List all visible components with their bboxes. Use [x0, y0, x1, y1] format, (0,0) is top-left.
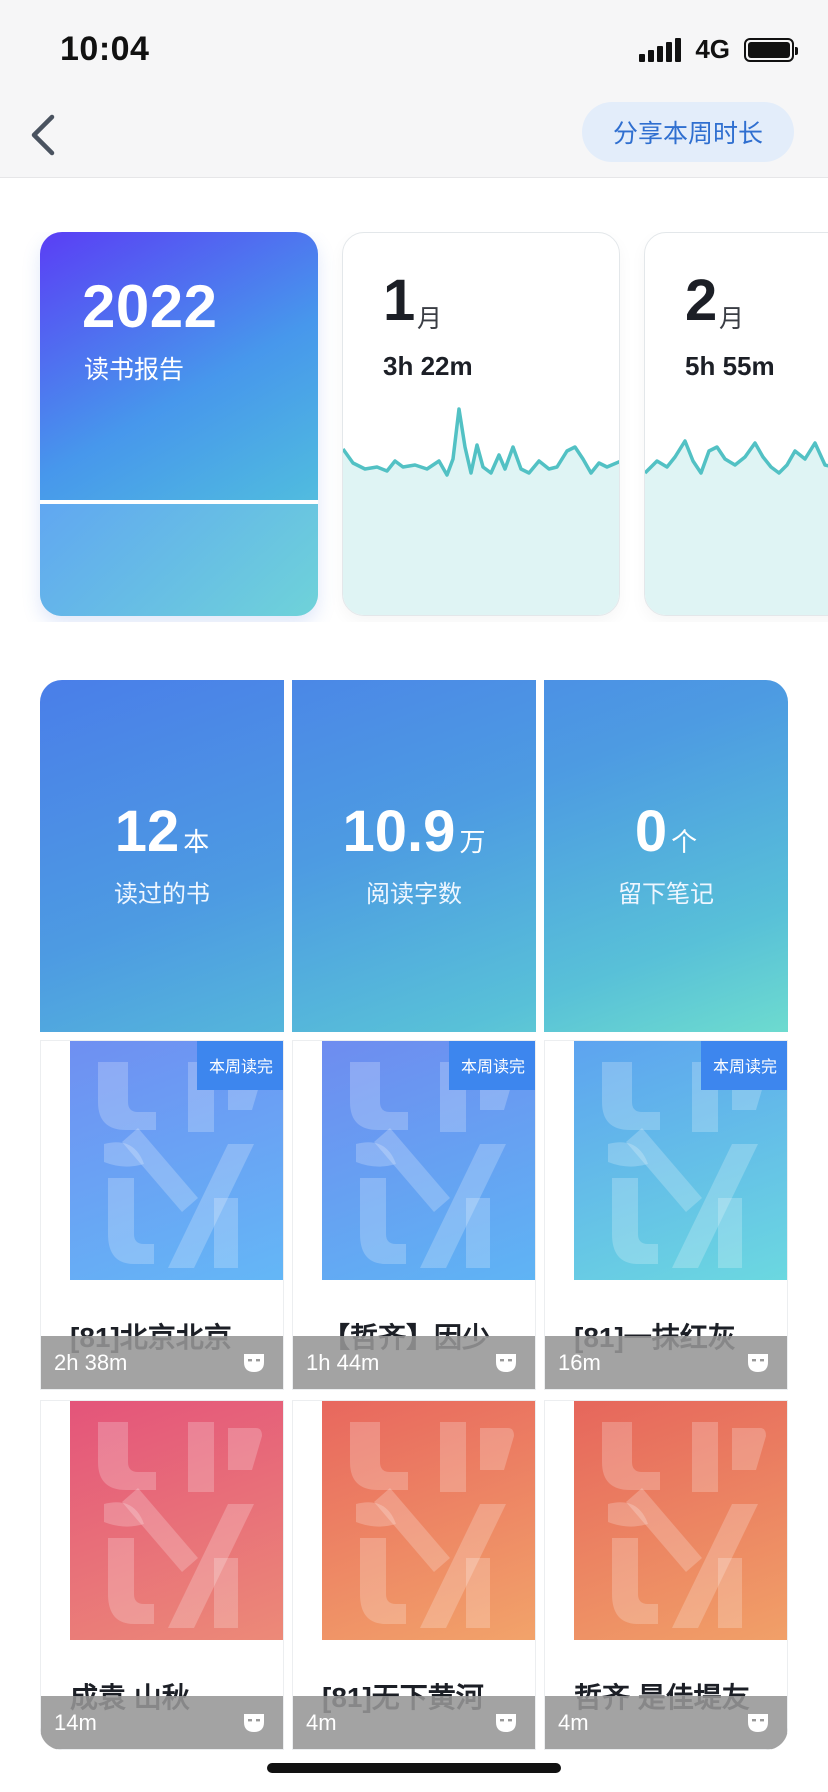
status-indicators: 4G	[639, 34, 798, 65]
stat-value: 12	[114, 799, 180, 864]
stat-unit: 万	[459, 827, 486, 857]
month-unit: 月	[719, 305, 745, 333]
month-trend-sparkline	[343, 407, 619, 615]
stat-unit: 个	[671, 827, 698, 857]
battery-icon	[744, 37, 798, 62]
chevron-left-icon	[31, 114, 55, 156]
nav-bar: 分享本周时长	[0, 98, 828, 178]
month-duration: 3h 22m	[383, 351, 473, 381]
month-card-2[interactable]: 2 月 5h 55m	[644, 232, 828, 616]
home-indicator	[267, 1763, 561, 1773]
book-item[interactable]: 成袁 山秋14m	[40, 1400, 284, 1750]
stat-word-count: 10.9 万 阅读字数	[292, 680, 536, 1032]
month-number: 1	[383, 268, 416, 333]
stat-label: 读过的书	[114, 881, 210, 908]
back-button[interactable]	[18, 110, 68, 160]
month-trend-sparkline	[645, 439, 828, 615]
year-title: 2022	[82, 273, 218, 340]
stat-divider	[284, 680, 292, 1032]
report-cards-row[interactable]: 2022 读书报告 1 月 3h 22m 2 月 5h 55m	[0, 232, 828, 622]
stat-value: 0	[634, 799, 668, 864]
stat-notes: 0个 留下笔记	[544, 680, 788, 1032]
reading-stats: 12 本 读过的书 10.9 万 阅读字数 0个 留下笔记	[40, 680, 788, 1032]
book-item[interactable]: 哲齐 是佳堤友4m	[544, 1400, 788, 1750]
stat-unit: 本	[183, 827, 210, 857]
book-item[interactable]: 本周读完[81]北京北京2h 38m	[40, 1040, 284, 1390]
stat-value: 10.9	[342, 799, 456, 864]
network-type: 4G	[695, 34, 730, 64]
stat-books-read: 12 本 读过的书	[40, 680, 284, 1032]
month-duration: 5h 55m	[685, 351, 775, 381]
stat-divider	[536, 680, 544, 1032]
year-subtitle: 读书报告	[84, 356, 185, 384]
month-unit: 月	[417, 305, 443, 333]
stat-label: 阅读字数	[366, 881, 462, 908]
stat-label: 留下笔记	[618, 881, 714, 908]
month-card-1[interactable]: 1 月 3h 22m	[342, 232, 620, 616]
status-time: 10:04	[60, 30, 150, 68]
share-week-duration-button[interactable]: 分享本周时长	[582, 102, 794, 162]
book-item[interactable]: [81]无下黄河4m	[292, 1400, 536, 1750]
month-number: 2	[685, 268, 718, 333]
signal-icon	[639, 37, 682, 62]
year-report-card[interactable]: 2022 读书报告	[40, 232, 318, 616]
status-bar: 10:04 4G	[0, 0, 828, 98]
book-item[interactable]: 本周读完[81]一抹红灰16m	[544, 1040, 788, 1390]
book-item[interactable]: 本周读完【哲齐】因少1h 44m	[292, 1040, 536, 1390]
